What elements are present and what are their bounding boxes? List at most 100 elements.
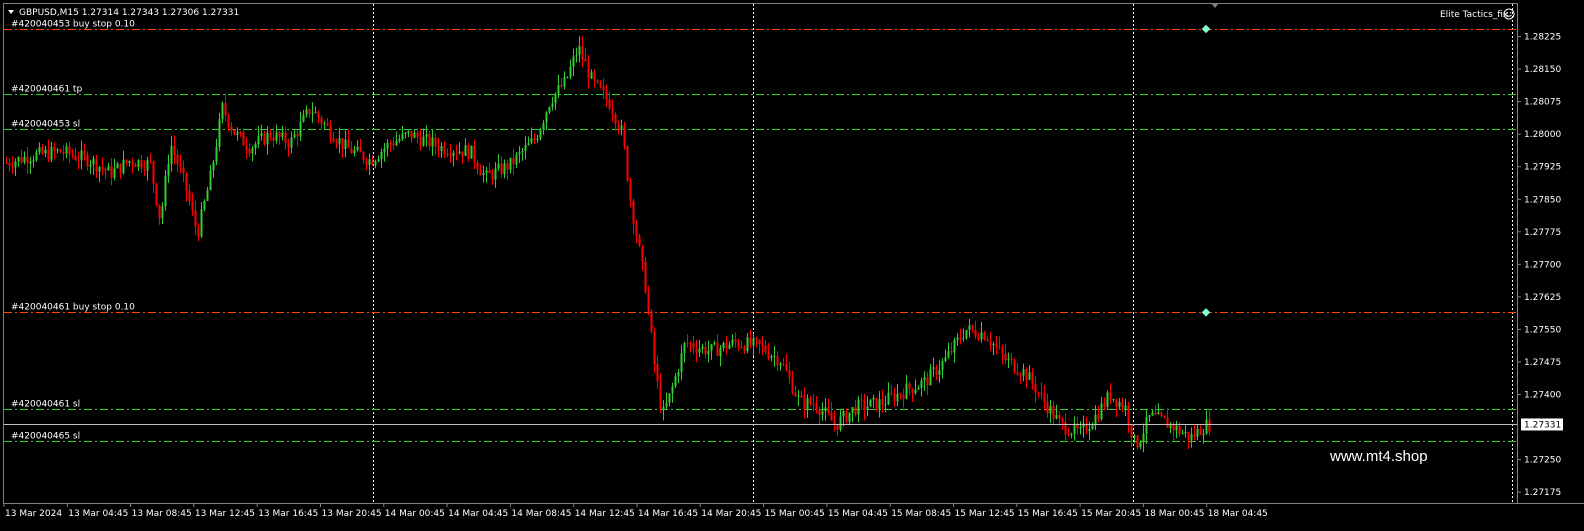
candle-body: [806, 398, 809, 410]
candle-body: [218, 119, 221, 147]
candle-body: [443, 145, 446, 154]
candle-body: [344, 139, 347, 149]
candle-body: [215, 146, 218, 162]
order-line-label: #420040453 buy stop 0.10: [11, 20, 135, 30]
candle-body: [8, 162, 11, 166]
price-chart[interactable]: #420040453 buy stop 0.10 #420040461 tp #42…: [0, 0, 1584, 531]
candle-body: [134, 164, 137, 167]
candle-body: [230, 126, 233, 130]
candle-body: [380, 151, 383, 160]
candle-body: [608, 99, 611, 109]
candle-body: [275, 132, 278, 141]
candle-body: [362, 152, 365, 161]
candle-body: [560, 85, 563, 87]
candle-body: [881, 399, 884, 405]
candle-body: [950, 351, 953, 353]
candle-body: [914, 389, 917, 394]
candle-body: [641, 245, 644, 262]
candle-body: [1103, 403, 1106, 407]
candle-body: [824, 407, 827, 412]
time-tick-label: 15 Mar 20:45: [1081, 509, 1141, 519]
candle-body: [701, 346, 704, 349]
candle-body: [488, 170, 491, 173]
time-tick-label: 18 Mar 00:45: [1144, 509, 1204, 519]
candle-body: [1145, 416, 1148, 434]
candle-body: [506, 163, 509, 170]
candle-body: [314, 112, 317, 114]
candle-body: [749, 337, 752, 346]
candle-body: [50, 146, 53, 160]
candle-body: [1016, 372, 1019, 375]
candle-body: [527, 142, 530, 146]
time-tick-label: 14 Mar 20:45: [701, 509, 761, 519]
candle-body: [1187, 432, 1190, 441]
price-tick-label: 1.27850: [1524, 195, 1561, 205]
candle-body: [593, 72, 596, 81]
candle-body: [884, 404, 887, 406]
candle-body: [1175, 425, 1178, 431]
candle-body: [317, 112, 320, 118]
candle-body: [797, 395, 800, 397]
candle-body: [158, 204, 161, 219]
candle-body: [308, 109, 311, 114]
candle-body: [572, 56, 575, 67]
candle-body: [485, 170, 488, 174]
candle-body: [530, 138, 533, 143]
candle-body: [428, 134, 431, 147]
candle-body: [284, 132, 287, 144]
candle-body: [650, 310, 653, 332]
candle-body: [116, 163, 119, 169]
candle-body: [1163, 415, 1166, 419]
candle-body: [542, 122, 545, 130]
candle-body: [632, 200, 635, 225]
candle-body: [176, 155, 179, 165]
candle-body: [581, 46, 584, 59]
chart-window[interactable]: #420040453 buy stop 0.10 #420040461 tp #42…: [0, 0, 1584, 531]
candle-body: [860, 399, 863, 401]
candle-body: [1007, 358, 1010, 361]
candle-body: [974, 329, 977, 337]
candle-body: [842, 410, 845, 417]
candle-body: [464, 145, 467, 156]
watermark: www.mt4.shop: [1329, 448, 1428, 465]
candle-body: [1112, 398, 1115, 400]
candle-body: [104, 168, 107, 171]
time-tick-label: 13 Mar 16:45: [258, 509, 318, 519]
candle-body: [1166, 418, 1169, 428]
candle-body: [1004, 353, 1007, 361]
candle-body: [554, 93, 557, 104]
candle-body: [833, 420, 836, 425]
candle-body: [302, 114, 305, 122]
candle-body: [902, 394, 905, 399]
candle-body: [1121, 402, 1124, 409]
candle-body: [1139, 441, 1142, 448]
candle-body: [140, 160, 143, 169]
candle-body: [623, 125, 626, 147]
candle-body: [251, 148, 254, 154]
candle-body: [1202, 433, 1205, 436]
candle-body: [599, 81, 602, 88]
candle-body: [1115, 398, 1118, 407]
candle-body: [863, 400, 866, 410]
candle-body: [1013, 359, 1016, 373]
candle-body: [47, 149, 50, 160]
candle-body: [911, 388, 914, 394]
candle-body: [695, 348, 698, 353]
candle-body: [758, 339, 761, 344]
candle-body: [449, 154, 452, 157]
candle-body: [287, 143, 290, 148]
candle-body: [44, 149, 47, 154]
candle-body: [404, 132, 407, 134]
price-tick-label: 1.27700: [1524, 260, 1561, 270]
candle-body: [221, 103, 224, 120]
candle-body: [98, 166, 101, 172]
candle-body: [956, 337, 959, 340]
candle-body: [605, 90, 608, 100]
current-price-tag: 1.27331: [1521, 418, 1563, 431]
candle-body: [656, 363, 659, 382]
candle-body: [329, 125, 332, 139]
candle-body: [785, 363, 788, 371]
candle-body: [122, 159, 125, 174]
candle-body: [155, 183, 158, 205]
candle-body: [752, 338, 755, 346]
